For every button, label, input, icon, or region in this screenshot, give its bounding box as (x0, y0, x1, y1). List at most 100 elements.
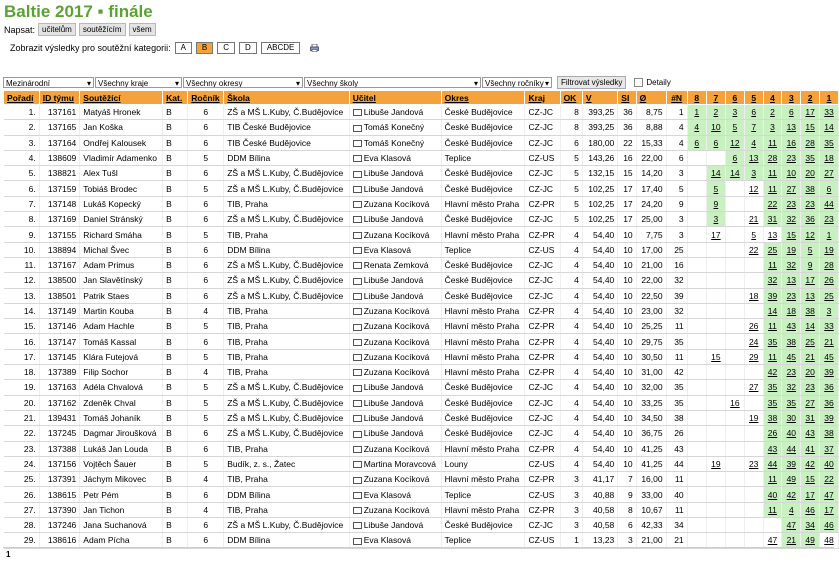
task-score-cell[interactable]: 6 (781, 104, 802, 121)
task-score-cell[interactable]: 35 (781, 395, 802, 411)
mail-icon[interactable] (352, 537, 362, 545)
task-score-cell[interactable]: 28 (763, 150, 783, 167)
task-score-cell[interactable]: 26 (763, 425, 783, 442)
task-score-cell[interactable]: 13 (781, 272, 802, 289)
task-score-cell[interactable]: 42 (781, 486, 802, 503)
column-header-16[interactable]: 6 (724, 90, 745, 105)
task-score-cell[interactable]: 9 (706, 196, 726, 213)
task-score-cell[interactable]: 6 (725, 150, 745, 167)
task-score-cell[interactable]: 17 (819, 502, 839, 519)
task-score-cell[interactable]: 35 (763, 333, 783, 350)
task-score-cell[interactable]: 22 (819, 471, 839, 488)
task-score-cell[interactable]: 18 (781, 303, 802, 320)
task-score-cell[interactable]: 12 (744, 180, 764, 197)
mail-icon[interactable] (352, 507, 362, 515)
task-score-cell[interactable]: 35 (819, 135, 839, 151)
task-score-cell[interactable]: 35 (800, 150, 821, 167)
task-score-cell[interactable]: 45 (819, 349, 839, 366)
task-score-cell[interactable]: 45 (781, 349, 802, 366)
task-score-cell[interactable]: 32 (763, 272, 783, 289)
task-score-cell[interactable]: 6 (819, 180, 839, 197)
task-score-cell[interactable]: 42 (800, 456, 821, 473)
mail-icon[interactable] (352, 430, 362, 438)
task-score-cell[interactable]: 36 (819, 379, 839, 396)
column-header-21[interactable]: 1 (819, 90, 839, 105)
task-score-cell[interactable]: 13 (800, 288, 821, 304)
mail-icon[interactable] (352, 384, 362, 392)
task-score-cell[interactable]: 25 (800, 333, 821, 350)
task-score-cell[interactable]: 44 (781, 441, 802, 457)
task-score-cell[interactable]: 10 (706, 119, 726, 136)
grade-select[interactable]: Všechny ročníky (482, 77, 552, 88)
task-score-cell[interactable]: 11 (763, 318, 783, 335)
mail-icon[interactable] (352, 369, 362, 377)
task-score-cell[interactable]: 3 (763, 119, 783, 136)
task-score-cell[interactable]: 46 (800, 502, 821, 519)
mail-icon[interactable] (352, 338, 362, 346)
task-score-cell[interactable]: 38 (800, 180, 821, 197)
region-select[interactable]: Všechny kraje (95, 77, 182, 88)
task-score-cell[interactable]: 1 (819, 226, 839, 243)
task-score-cell[interactable]: 2 (706, 104, 726, 121)
column-header-19[interactable]: 3 (781, 90, 802, 105)
task-score-cell[interactable]: 47 (819, 486, 839, 503)
task-score-cell[interactable]: 21 (781, 532, 802, 549)
column-header-12[interactable]: Ø (635, 90, 667, 105)
task-score-cell[interactable]: 34 (800, 517, 821, 534)
task-score-cell[interactable]: 26 (744, 318, 764, 335)
task-score-cell[interactable]: 14 (819, 119, 839, 136)
task-score-cell[interactable]: 11 (763, 165, 783, 182)
column-header-6[interactable]: Učitel (348, 90, 442, 105)
task-score-cell[interactable]: 30 (781, 410, 802, 427)
mail-icon[interactable] (352, 476, 362, 484)
task-score-cell[interactable]: 2 (763, 104, 783, 121)
mail-icon[interactable] (352, 170, 362, 178)
task-score-cell[interactable]: 35 (763, 395, 783, 411)
task-score-cell[interactable]: 6 (706, 135, 726, 151)
mail-icon[interactable] (352, 323, 362, 331)
column-header-8[interactable]: Kraj (524, 90, 561, 105)
task-score-cell[interactable]: 20 (800, 165, 821, 182)
scope-select[interactable]: Mezinárodní (3, 77, 94, 88)
task-score-cell[interactable]: 39 (781, 456, 802, 473)
mail-icon[interactable] (352, 109, 362, 117)
task-score-cell[interactable]: 39 (763, 288, 783, 304)
mail-icon[interactable] (352, 415, 362, 423)
mail-icon[interactable] (352, 247, 362, 255)
task-score-cell[interactable]: 20 (800, 364, 821, 381)
column-header-13[interactable]: #N (665, 90, 688, 105)
task-score-cell[interactable]: 15 (800, 119, 821, 136)
column-header-9[interactable]: OK (559, 90, 583, 105)
task-score-cell[interactable]: 14 (763, 303, 783, 320)
task-score-cell[interactable]: 47 (781, 517, 802, 534)
task-score-cell[interactable]: 3 (819, 303, 839, 320)
task-score-cell[interactable]: 19 (744, 410, 764, 427)
task-score-cell[interactable]: 32 (781, 257, 802, 274)
task-score-cell[interactable]: 26 (819, 272, 839, 289)
task-score-cell[interactable]: 3 (725, 104, 745, 121)
task-score-cell[interactable]: 27 (781, 180, 802, 197)
task-score-cell[interactable]: 28 (800, 135, 821, 151)
task-score-cell[interactable]: 36 (819, 395, 839, 411)
task-score-cell[interactable]: 38 (800, 303, 821, 320)
mail-icon[interactable] (352, 262, 362, 270)
task-score-cell[interactable]: 15 (800, 471, 821, 488)
task-score-cell[interactable]: 17 (800, 486, 821, 503)
task-score-cell[interactable]: 14 (725, 165, 745, 182)
column-header-0[interactable]: Pořadí (3, 90, 40, 105)
column-header-18[interactable]: 4 (762, 90, 783, 105)
print-icon[interactable] (310, 44, 320, 52)
task-score-cell[interactable]: 22 (744, 242, 764, 258)
column-header-7[interactable]: Okres (440, 90, 526, 105)
task-score-cell[interactable]: 33 (819, 104, 839, 121)
task-score-cell[interactable]: 40 (819, 456, 839, 473)
task-score-cell[interactable]: 23 (781, 150, 802, 167)
task-score-cell[interactable]: 38 (819, 425, 839, 442)
column-header-11[interactable]: SI (617, 90, 637, 105)
task-score-cell[interactable]: 23 (744, 456, 764, 473)
district-select[interactable]: Všechny okresy (183, 77, 303, 88)
column-header-3[interactable]: Kat. (162, 90, 189, 105)
mail-icon[interactable] (352, 155, 362, 163)
task-score-cell[interactable]: 4 (781, 502, 802, 519)
task-score-cell[interactable]: 40 (763, 486, 783, 503)
